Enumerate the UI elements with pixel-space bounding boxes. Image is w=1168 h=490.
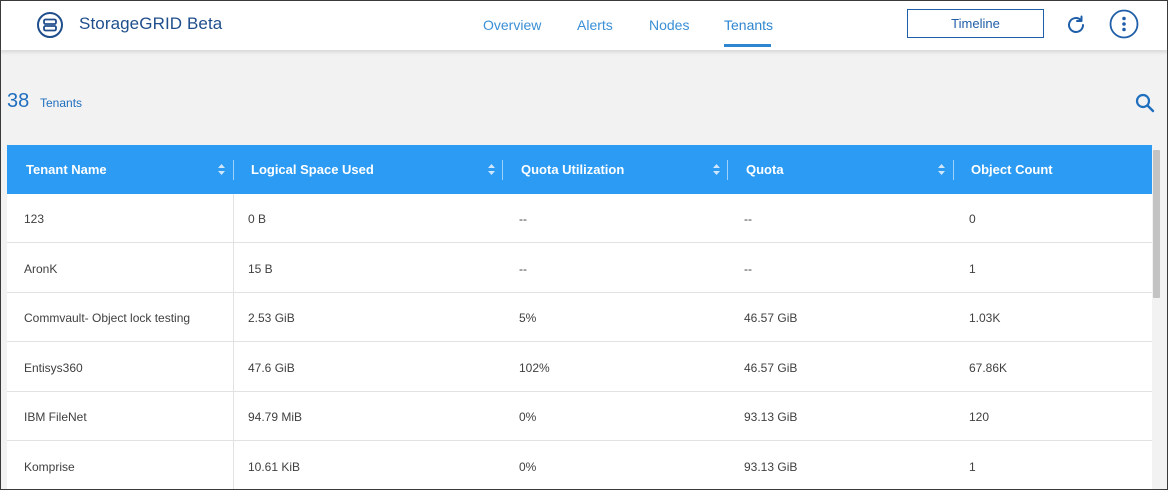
refresh-icon[interactable]	[1064, 13, 1088, 37]
storagegrid-logo-icon[interactable]	[37, 12, 63, 38]
tenant-count-label: Tenants	[40, 96, 83, 110]
column-header-quota-utilization[interactable]: Quota Utilization	[521, 145, 624, 194]
cell-object-count: 120	[969, 409, 990, 424]
column-header-logical-space-used[interactable]: Logical Space Used	[251, 145, 374, 194]
cell-quota: 93.13 GiB	[744, 409, 798, 424]
cell-logical-space-used: 15 B	[248, 261, 273, 276]
column-header-tenant-name[interactable]: Tenant Name	[26, 145, 107, 194]
cell-quota: --	[744, 261, 752, 276]
cell-object-count: 0	[969, 211, 976, 226]
table-row[interactable]: Commvault- Object lock testing 2.53 GiB …	[7, 293, 1152, 342]
tab-overview[interactable]: Overview	[483, 17, 541, 33]
active-tab-indicator	[724, 44, 771, 47]
column-divider	[727, 160, 728, 180]
cell-tenant-name: Entisys360	[24, 360, 83, 375]
search-icon[interactable]	[1135, 93, 1155, 113]
cell-quota: 93.13 GiB	[744, 459, 798, 474]
cell-tenant-name: Komprise	[24, 459, 75, 474]
cell-quota-utilization: 102%	[519, 360, 550, 375]
more-vertical-icon[interactable]	[1109, 9, 1139, 39]
timeline-button[interactable]: Timeline	[907, 9, 1044, 38]
scrollbar-thumb[interactable]	[1153, 150, 1160, 298]
cell-quota: 46.57 GiB	[744, 360, 798, 375]
cell-tenant-name: Commvault- Object lock testing	[24, 310, 191, 325]
cell-object-count: 1.03K	[969, 310, 1001, 325]
cell-quota-utilization: --	[519, 211, 527, 226]
table-header: Tenant Name Logical Space Used Quota Uti…	[7, 145, 1152, 194]
sort-icon[interactable]	[488, 164, 495, 175]
tenants-table: Tenant Name Logical Space Used Quota Uti…	[7, 145, 1152, 490]
tab-nodes[interactable]: Nodes	[649, 17, 689, 33]
table-row[interactable]: 123 0 B -- -- 0	[7, 194, 1152, 243]
cell-tenant-name: 123	[24, 211, 45, 226]
cell-object-count: 1	[969, 459, 976, 474]
cell-quota-utilization: 0%	[519, 459, 537, 474]
sort-icon[interactable]	[218, 164, 225, 175]
column-header-quota[interactable]: Quota	[746, 145, 784, 194]
tenant-count: 38	[7, 90, 30, 112]
cell-quota-utilization: 5%	[519, 310, 537, 325]
sort-icon[interactable]	[938, 164, 945, 175]
table-row[interactable]: Komprise 10.61 KiB 0% 93.13 GiB 1	[7, 442, 1152, 490]
cell-tenant-name: AronK	[24, 261, 58, 276]
table-row[interactable]: Entisys360 47.6 GiB 102% 46.57 GiB 67.86…	[7, 343, 1152, 392]
sort-icon[interactable]	[713, 164, 720, 175]
column-divider	[502, 160, 503, 180]
tab-tenants[interactable]: Tenants	[724, 17, 773, 33]
cell-quota: 46.57 GiB	[744, 310, 798, 325]
top-navigation-bar: StorageGRID Beta Overview Alerts Nodes T…	[0, 0, 1168, 50]
column-divider	[953, 160, 954, 180]
cell-object-count: 1	[969, 261, 976, 276]
app-title: StorageGRID Beta	[79, 14, 223, 33]
cell-quota: --	[744, 211, 752, 226]
cell-logical-space-used: 0 B	[248, 211, 267, 226]
cell-logical-space-used: 94.79 MiB	[248, 409, 303, 424]
cell-quota-utilization: --	[519, 261, 527, 276]
cell-logical-space-used: 2.53 GiB	[248, 310, 295, 325]
cell-quota-utilization: 0%	[519, 409, 537, 424]
cell-object-count: 67.86K	[969, 360, 1008, 375]
column-divider	[233, 160, 234, 180]
table-row[interactable]: AronK 15 B -- -- 1	[7, 244, 1152, 293]
tab-alerts[interactable]: Alerts	[577, 17, 613, 33]
cell-logical-space-used: 47.6 GiB	[248, 360, 295, 375]
table-row[interactable]: IBM FileNet 94.79 MiB 0% 93.13 GiB 120	[7, 392, 1152, 441]
cell-tenant-name: IBM FileNet	[24, 409, 87, 424]
cell-logical-space-used: 10.61 KiB	[248, 459, 301, 474]
column-header-object-count[interactable]: Object Count	[971, 145, 1053, 194]
